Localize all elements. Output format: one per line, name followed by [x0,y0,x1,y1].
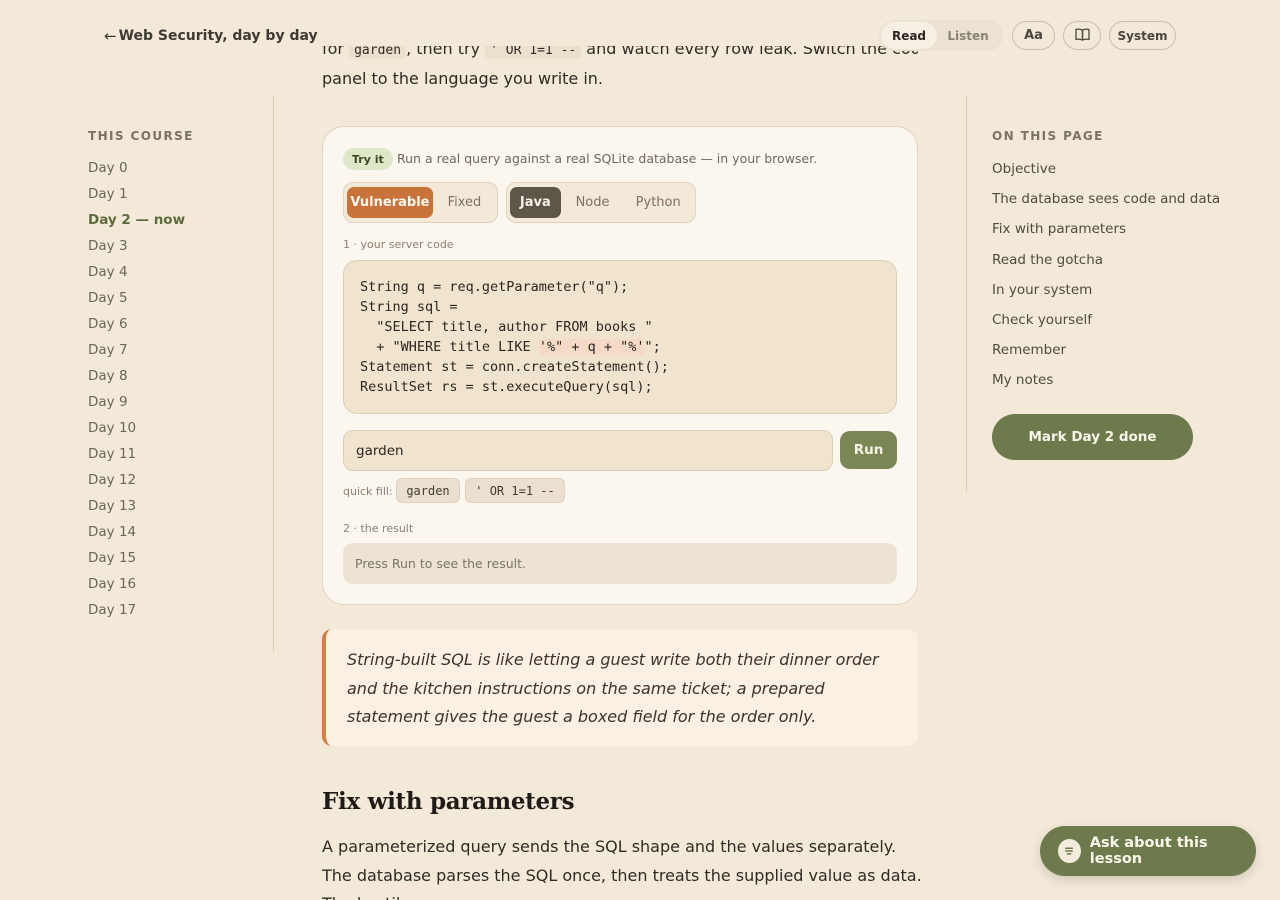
mode-toggle: Vulnerable Fixed [343,182,498,223]
day-link[interactable]: Day 16 [88,575,185,601]
day-link[interactable]: Day 5 [88,289,185,315]
day-link[interactable]: Day 3 [88,237,185,263]
top-bar: ← Web Security, day by day Read Listen A… [0,0,1280,72]
toc-link[interactable]: Fix with parameters [992,220,1220,250]
toc-link[interactable]: Read the gotcha [992,251,1220,281]
read-mode-button[interactable]: Read [881,22,937,49]
server-code-block: String q = req.getParameter("q"); String… [343,260,897,414]
quick-fill-chip[interactable]: ' OR 1=1 -- [465,478,565,503]
ask-lesson-button[interactable]: Ask about this lesson [1040,826,1256,876]
result-output: Press Run to see the result. [343,543,897,584]
day-list: Day 0 Day 1 Day 2 — now Day 3 Day 4 Day … [88,159,185,627]
day-link[interactable]: Day 10 [88,419,185,445]
code-line: "SELECT title, author FROM books " [360,319,653,335]
back-arrow-icon: ← [104,27,117,45]
step-2-label: 2 · the result [343,522,414,535]
injection-highlight: '%" + q + "%' [538,339,645,355]
day-link[interactable]: Day 17 [88,601,185,627]
step-1-label: 1 · your server code [343,238,454,251]
day-link[interactable]: Day 14 [88,523,185,549]
back-link[interactable]: ← Web Security, day by day [104,27,318,45]
toc-list: Objective The database sees code and dat… [992,160,1220,402]
reader-view-button[interactable] [1063,21,1101,50]
day-link[interactable]: Day 12 [88,471,185,497]
code-line: String sql = [360,299,458,315]
ask-lesson-label: Ask about this lesson [1089,835,1208,867]
course-sidebar-heading: THIS COURSE [88,129,194,143]
node-tab[interactable]: Node [563,187,623,218]
course-sidebar: THIS COURSE Day 0 Day 1 Day 2 — now Day … [88,96,274,652]
code-line: ResultSet rs = st.executeQuery(sql); [360,379,653,395]
read-listen-toggle: Read Listen [879,20,1003,51]
query-input[interactable] [343,430,833,471]
fixed-tab[interactable]: Fixed [435,187,494,218]
font-size-button[interactable]: Aa [1012,21,1055,50]
listen-mode-button[interactable]: Listen [937,22,999,49]
day-link[interactable]: Day 8 [88,367,185,393]
toc-link[interactable]: Remember [992,341,1220,371]
code-line: Statement st = conn.createStatement(); [360,359,669,375]
day-link[interactable]: Day 15 [88,549,185,575]
code-line: + "WHERE title LIKE [360,339,539,355]
chat-icon [1058,839,1081,863]
day-link[interactable]: Day 4 [88,263,185,289]
code-line: "; [644,339,661,355]
toc-link[interactable]: Check yourself [992,311,1220,341]
day-link-current[interactable]: Day 2 — now [88,211,185,237]
section-paragraph: A parameterized query sends the SQL shap… [322,837,922,900]
vulnerable-tab[interactable]: Vulnerable [347,187,433,218]
day-link[interactable]: Day 7 [88,341,185,367]
mark-done-button[interactable]: Mark Day 2 done [992,414,1193,460]
run-button[interactable]: Run [840,431,897,469]
java-tab[interactable]: Java [510,187,561,218]
toc-link[interactable]: Objective [992,160,1220,190]
day-link[interactable]: Day 1 [88,185,185,211]
analogy-callout: String-built SQL is like letting a guest… [322,629,918,746]
toc-link[interactable]: My notes [992,371,1220,401]
code-line: String q = req.getParameter("q"); [360,279,629,295]
day-link[interactable]: Day 11 [88,445,185,471]
code-text: String q = req.getParameter("q"); String… [360,277,880,397]
theme-button[interactable]: System [1109,21,1176,50]
day-link[interactable]: Day 13 [88,497,185,523]
language-toggle: Java Node Python [506,182,696,223]
course-title: Web Security, day by day [118,28,318,44]
section-heading: Fix with parameters [322,788,575,815]
toc-link[interactable]: In your system [992,281,1220,311]
day-link[interactable]: Day 0 [88,159,185,185]
quick-fill-chip[interactable]: garden [396,478,460,503]
toc-heading: ON THIS PAGE [992,129,1104,143]
book-open-icon [1074,27,1090,44]
quick-fill-label: quick fill: [343,485,393,498]
try-it-badge: Try it [343,148,393,170]
try-it-panel: Try it Run a real query against a real S… [322,126,918,605]
try-it-description: Run a real query against a real SQLite d… [397,151,818,166]
page-toc: ON THIS PAGE Objective The database sees… [966,96,1220,492]
day-link[interactable]: Day 9 [88,393,185,419]
python-tab[interactable]: Python [624,187,692,218]
toc-link[interactable]: The database sees code and data [992,190,1220,220]
day-link[interactable]: Day 6 [88,315,185,341]
